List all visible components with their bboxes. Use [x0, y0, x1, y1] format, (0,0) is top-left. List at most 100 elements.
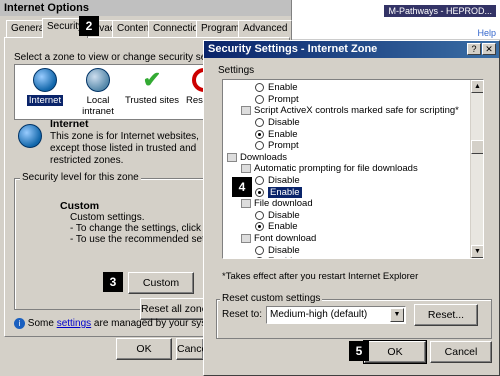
downloads-icon — [227, 152, 237, 162]
internet-zone-icon — [18, 124, 42, 148]
option-label: Enable — [268, 128, 298, 140]
option-label: Enable — [268, 221, 298, 233]
scroll-up-icon[interactable]: ▲ — [471, 80, 483, 93]
title-buttons: ? ✕ — [466, 43, 496, 55]
option-label: Downloads — [240, 151, 287, 163]
radio-icon[interactable] — [255, 176, 264, 186]
settings-category: Downloads — [227, 152, 467, 164]
zone-label: Local intranet — [82, 95, 114, 117]
settings-label: Settings — [218, 65, 255, 76]
zone-internet[interactable]: Internet — [20, 68, 70, 106]
setting-option[interactable]: Disable — [227, 244, 467, 256]
scroll-down-icon[interactable]: ▼ — [471, 245, 483, 258]
scroll-thumb[interactable] — [471, 140, 483, 154]
zone-prompt: Select a zone to view or change security… — [14, 52, 234, 63]
help-button[interactable]: ? — [467, 43, 481, 55]
restart-note: *Takes effect after you restart Internet… — [222, 271, 419, 282]
setting-item: Font download — [227, 233, 467, 245]
option-label: Font download — [254, 233, 317, 245]
zone-label: Internet — [26, 95, 64, 106]
setting-option[interactable]: Disable — [227, 210, 467, 222]
setting-option[interactable]: Prompt — [227, 94, 467, 106]
option-label: Disable — [268, 117, 300, 129]
setting-icon — [241, 164, 251, 174]
setting-icon — [241, 106, 251, 116]
setting-item: Script ActiveX controls marked safe for … — [227, 105, 467, 117]
zone-local-intranet[interactable]: Local intranet — [70, 68, 126, 117]
info-icon: i — [14, 318, 25, 329]
info-text: Some — [27, 318, 57, 330]
level-line: - To use the recommended settings, clic.… — [70, 234, 204, 245]
tab-label: Advanced — [243, 23, 288, 34]
security-level-label: Security level for this zone — [20, 172, 141, 183]
level-line: Custom settings. — [70, 212, 145, 223]
radio-icon[interactable] — [255, 94, 264, 104]
setting-option[interactable]: Enable — [227, 82, 467, 94]
option-label: Disable — [268, 209, 300, 221]
option-label: Automatic prompting for file downloads — [254, 163, 418, 175]
radio-checked-icon[interactable] — [255, 187, 264, 197]
radio-checked-icon[interactable] — [255, 257, 264, 258]
settings-list[interactable]: Enable Prompt Script ActiveX controls mark… — [222, 79, 484, 259]
dialog-title-text: Security Settings - Internet Zone — [208, 43, 378, 55]
setting-option[interactable]: Enable — [227, 256, 467, 258]
radio-icon[interactable] — [255, 245, 264, 255]
zone-label: Trusted sites — [124, 95, 180, 106]
setting-option[interactable]: Disable — [227, 117, 467, 129]
step-marker-2: 2 — [79, 16, 99, 36]
settings-rows: Enable Prompt Script ActiveX controls mark… — [223, 80, 469, 258]
setting-option[interactable]: Enable — [227, 186, 467, 198]
web-link[interactable]: M-Pathways - HEPROD... — [384, 5, 496, 17]
zone-trusted-sites[interactable]: ✔ Trusted sites — [124, 68, 180, 107]
radio-icon[interactable] — [255, 141, 264, 151]
option-label: Enable — [268, 82, 298, 94]
help-link[interactable]: Help — [477, 28, 496, 38]
reset-all-zones-button[interactable]: Reset all zones to — [140, 298, 206, 320]
tab-label: Security — [47, 21, 84, 32]
info-text: are managed by your system admi... — [93, 318, 204, 330]
radio-icon[interactable] — [255, 83, 264, 93]
setting-item: File download — [227, 198, 467, 210]
option-label: Disable — [268, 244, 300, 256]
browser-content: M-Pathways - HEPROD... Help — [292, 0, 500, 40]
dialog-title: Security Settings - Internet Zone — [204, 41, 499, 58]
internet-options-title: Internet Options — [0, 0, 291, 16]
cancel-button[interactable]: Cancel — [430, 341, 492, 363]
scrollbar[interactable]: ▲ ▼ — [470, 80, 483, 258]
io-ok-button[interactable]: OK — [116, 338, 172, 360]
radio-checked-icon[interactable] — [255, 222, 264, 232]
option-label: Disable — [268, 175, 300, 187]
managed-info-bar: i Some settings are managed by your syst… — [14, 318, 204, 329]
setting-icon — [241, 234, 251, 244]
tab-advanced[interactable]: Advanced — [238, 20, 293, 37]
reset-to-label: Reset to: — [222, 309, 263, 320]
settings-link[interactable]: settings — [57, 318, 91, 329]
option-label: Prompt — [268, 140, 299, 152]
security-settings-dialog: Security Settings - Internet Zone ? ✕ Set… — [203, 40, 500, 376]
reset-to-dropdown[interactable]: Medium-high (default) ▼ — [266, 306, 406, 324]
level-description: Custom settings. - To change the setting… — [70, 212, 204, 245]
radio-icon[interactable] — [255, 210, 264, 220]
level-line: - To change the settings, click Custom l… — [70, 223, 204, 234]
setting-option[interactable]: Enable — [227, 128, 467, 140]
zone-description: This zone is for Internet websites, exce… — [50, 131, 199, 166]
option-label: Enable — [268, 186, 302, 198]
option-label: File download — [254, 198, 313, 210]
step-marker-5: 5 — [349, 341, 369, 361]
chevron-down-icon[interactable]: ▼ — [390, 308, 404, 322]
radio-icon[interactable] — [255, 118, 264, 128]
level-title: Custom — [60, 200, 100, 212]
setting-option[interactable]: Prompt — [227, 140, 467, 152]
setting-option[interactable]: Enable — [227, 221, 467, 233]
close-button[interactable]: ✕ — [482, 43, 496, 55]
custom-level-button[interactable]: Custom level... — [128, 272, 194, 309]
setting-option[interactable]: Disable — [227, 175, 467, 187]
option-label: Prompt — [268, 93, 299, 105]
reset-to-value: Medium-high (default) — [270, 309, 368, 320]
reset-button[interactable]: Reset... — [414, 304, 478, 326]
step-marker-3: 3 — [103, 272, 123, 292]
radio-checked-icon[interactable] — [255, 129, 264, 139]
setting-icon — [241, 199, 251, 209]
io-cancel-button[interactable]: Cancel — [176, 338, 204, 360]
ok-button[interactable]: OK — [363, 340, 427, 364]
